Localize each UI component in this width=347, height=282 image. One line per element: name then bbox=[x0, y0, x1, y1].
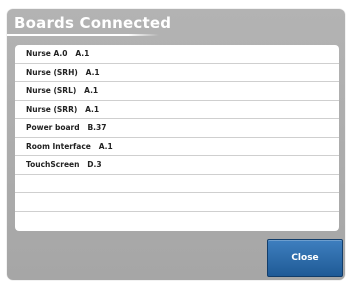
list-item[interactable]: Nurse A.0 A.1 bbox=[15, 45, 339, 64]
list-item[interactable]: Nurse (SRR) A.1 bbox=[15, 101, 339, 119]
list-item[interactable]: TouchScreen D.3 bbox=[15, 156, 339, 175]
list-item[interactable]: Nurse (SRL) A.1 bbox=[15, 82, 339, 101]
boards-connected-dialog: Boards Connected Nurse A.0 A.1 Nurse (SR… bbox=[7, 9, 345, 280]
empty-list-item bbox=[15, 193, 339, 212]
empty-list-item bbox=[15, 175, 339, 193]
list-item[interactable]: Power board B.37 bbox=[15, 119, 339, 138]
empty-list-item bbox=[15, 212, 339, 231]
title-divider bbox=[7, 34, 159, 36]
list-item[interactable]: Room Interface A.1 bbox=[15, 138, 339, 156]
close-button[interactable]: Close bbox=[267, 239, 343, 277]
boards-list[interactable]: Nurse A.0 A.1 Nurse (SRH) A.1 Nurse (SRL… bbox=[15, 45, 339, 231]
list-item[interactable]: Nurse (SRH) A.1 bbox=[15, 64, 339, 82]
dialog-title: Boards Connected bbox=[14, 14, 172, 32]
